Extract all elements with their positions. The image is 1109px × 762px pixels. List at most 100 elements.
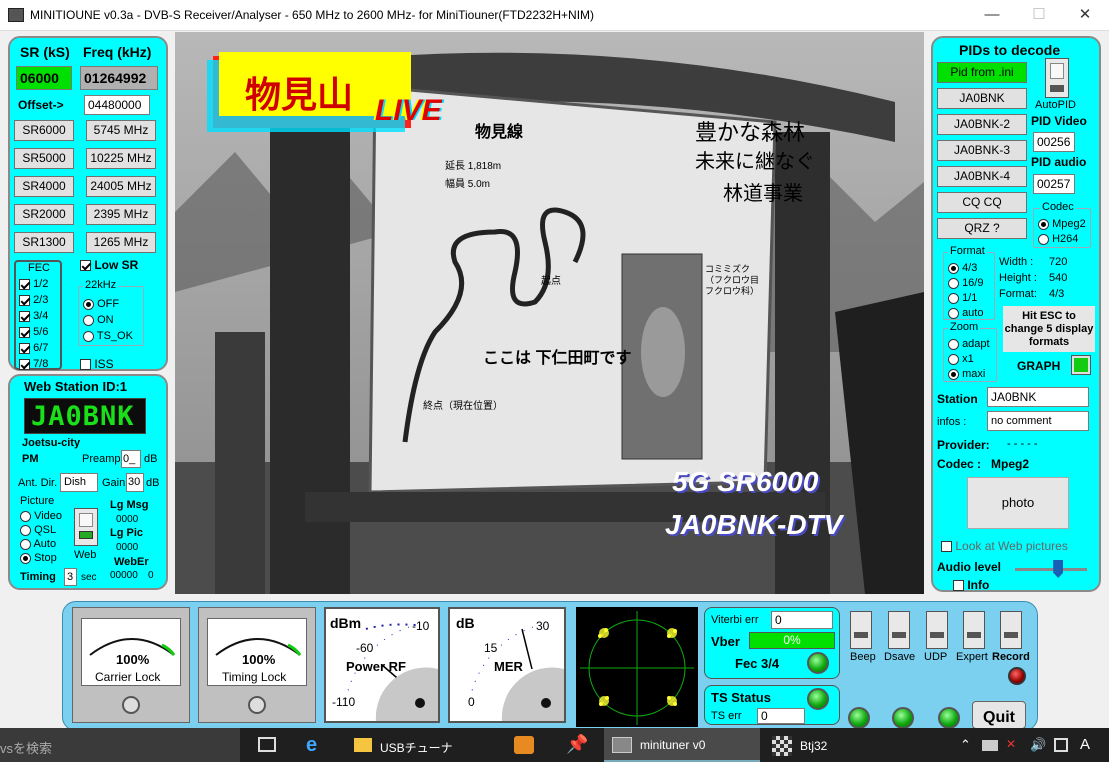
audio-level-slider-track[interactable] (1015, 568, 1087, 571)
low-sr-option[interactable]: Low SR (80, 258, 138, 272)
offset-field[interactable]: 04480000 (84, 95, 150, 115)
quit-button[interactable]: Quit (972, 701, 1026, 729)
look-web-option[interactable]: Look at Web pictures (941, 539, 1068, 553)
tray-volume-icon[interactable]: 🔊 (1030, 737, 1046, 753)
fec-checkbox[interactable] (19, 358, 30, 370)
record-switch[interactable] (1000, 611, 1022, 649)
station-button-1[interactable]: JA0BNK (937, 88, 1027, 109)
taskbar-app-usb[interactable]: USBチューナ (380, 739, 453, 756)
freq-value-field[interactable]: 01264992 (80, 66, 158, 90)
codec-option-h264[interactable]: H264 (1038, 232, 1086, 247)
radio-icon[interactable] (948, 307, 959, 319)
close-button[interactable]: ✕ (1062, 0, 1108, 30)
radio-icon[interactable] (948, 277, 959, 289)
tray-battery-icon[interactable] (982, 740, 998, 751)
radio-icon[interactable] (1038, 218, 1049, 230)
udp-switch[interactable] (926, 611, 948, 649)
fec-checkbox[interactable] (19, 326, 30, 338)
pin-icon[interactable]: 📌 (566, 734, 588, 755)
graph-toggle[interactable] (1071, 355, 1091, 375)
format-option-4-3[interactable]: 4/3 (948, 261, 983, 276)
fec-checkbox[interactable] (19, 294, 30, 306)
taskbar-app-btj32[interactable]: Btj32 (800, 739, 827, 753)
timing-field[interactable]: 3 (64, 568, 77, 586)
fec-option[interactable]: 7/8 (19, 356, 48, 372)
radio-icon[interactable] (20, 510, 31, 522)
picture-option-video[interactable]: Video (20, 509, 62, 523)
radio-icon[interactable] (20, 552, 31, 564)
pid-video-field[interactable]: 00256 (1033, 132, 1075, 152)
maximize-button[interactable]: ☐ (1016, 0, 1062, 30)
ant-dir-field[interactable]: Dish (60, 473, 98, 492)
fec-option[interactable]: 1/2 (19, 276, 48, 292)
codec-option-mpeg2[interactable]: Mpeg2 (1038, 217, 1086, 232)
taskbar-search-box[interactable]: vsを検索 (0, 728, 240, 762)
sr2000-button[interactable]: SR2000 (14, 204, 74, 225)
radio-icon[interactable] (83, 298, 94, 310)
info-checkbox[interactable] (953, 580, 964, 592)
freq-2395-button[interactable]: 2395 MHz (86, 204, 156, 225)
folder-icon[interactable] (354, 738, 372, 752)
action-center-icon[interactable] (1054, 738, 1068, 752)
radio-icon[interactable] (948, 338, 959, 350)
fec-option[interactable]: 3/4 (19, 308, 48, 324)
look-web-checkbox[interactable] (941, 541, 952, 553)
infos-field[interactable]: no comment (987, 411, 1089, 431)
khz-option-tsok[interactable]: TS_OK (83, 328, 133, 344)
pid-from-ini-button[interactable]: Pid from .ini (937, 62, 1027, 83)
zoom-option-maxi[interactable]: maxi (948, 367, 990, 382)
low-sr-checkbox[interactable] (80, 260, 91, 272)
picture-option-auto[interactable]: Auto (20, 537, 62, 551)
radio-icon[interactable] (1038, 233, 1049, 245)
fec-checkbox[interactable] (19, 342, 30, 354)
sr-value-field[interactable]: 06000 (16, 66, 72, 90)
audio-level-slider-thumb[interactable] (1053, 560, 1064, 578)
sr6000-button[interactable]: SR6000 (14, 120, 74, 141)
btj32-icon[interactable] (772, 736, 792, 756)
radio-icon[interactable] (83, 330, 94, 342)
radio-icon[interactable] (948, 292, 959, 304)
radio-icon[interactable] (948, 368, 959, 380)
format-option-16-9[interactable]: 16/9 (948, 276, 983, 291)
ime-indicator[interactable]: A (1080, 736, 1090, 753)
radio-icon[interactable] (20, 538, 31, 550)
tray-chevron-icon[interactable]: ⌃ (960, 737, 971, 753)
format-option-1-1[interactable]: 1/1 (948, 291, 983, 306)
station-button-4[interactable]: JA0BNK-4 (937, 166, 1027, 187)
expert-switch[interactable] (963, 611, 985, 649)
media-player-icon[interactable] (514, 736, 534, 754)
freq-24005-button[interactable]: 24005 MHz (86, 176, 156, 197)
sr5000-button[interactable]: SR5000 (14, 148, 74, 169)
fec-option[interactable]: 5/6 (19, 324, 48, 340)
picture-option-qsl[interactable]: QSL (20, 523, 62, 537)
khz-option-on[interactable]: ON (83, 312, 133, 328)
dsave-switch[interactable] (888, 611, 910, 649)
radio-icon[interactable] (20, 524, 31, 536)
pid-audio-field[interactable]: 00257 (1033, 174, 1075, 194)
tray-network-icon[interactable]: ✕ (1006, 737, 1016, 751)
radio-icon[interactable] (948, 262, 959, 274)
format-option-auto[interactable]: auto (948, 306, 983, 321)
video-display[interactable]: 豊かな森林 未来に継なぐ 林道事業 物見線 延長 1,818m 幅員 5.0m … (175, 32, 924, 594)
sr4000-button[interactable]: SR4000 (14, 176, 74, 197)
iss-checkbox[interactable] (80, 359, 91, 371)
beep-switch[interactable] (850, 611, 872, 649)
minimize-button[interactable]: — (969, 0, 1015, 30)
cq-cq-button[interactable]: CQ CQ (937, 192, 1027, 213)
web-toggle-switch[interactable] (74, 508, 98, 546)
khz-option-off[interactable]: OFF (83, 296, 133, 312)
station-button-2[interactable]: JA0BNK-2 (937, 114, 1027, 135)
station-button-3[interactable]: JA0BNK-3 (937, 140, 1027, 161)
info-option[interactable]: Info (953, 578, 989, 592)
freq-10225-button[interactable]: 10225 MHz (86, 148, 156, 169)
gain-field[interactable]: 30 (126, 473, 144, 492)
qrz-button[interactable]: QRZ ? (937, 218, 1027, 239)
edge-icon[interactable]: e (306, 734, 317, 757)
autopid-toggle-switch[interactable] (1045, 58, 1069, 98)
radio-icon[interactable] (83, 314, 94, 326)
preamp-field[interactable]: 0_ (121, 450, 141, 468)
sr1300-button[interactable]: SR1300 (14, 232, 74, 253)
fec-checkbox[interactable] (19, 310, 30, 322)
photo-button[interactable]: photo (967, 477, 1069, 529)
zoom-option-x1[interactable]: x1 (948, 352, 990, 367)
